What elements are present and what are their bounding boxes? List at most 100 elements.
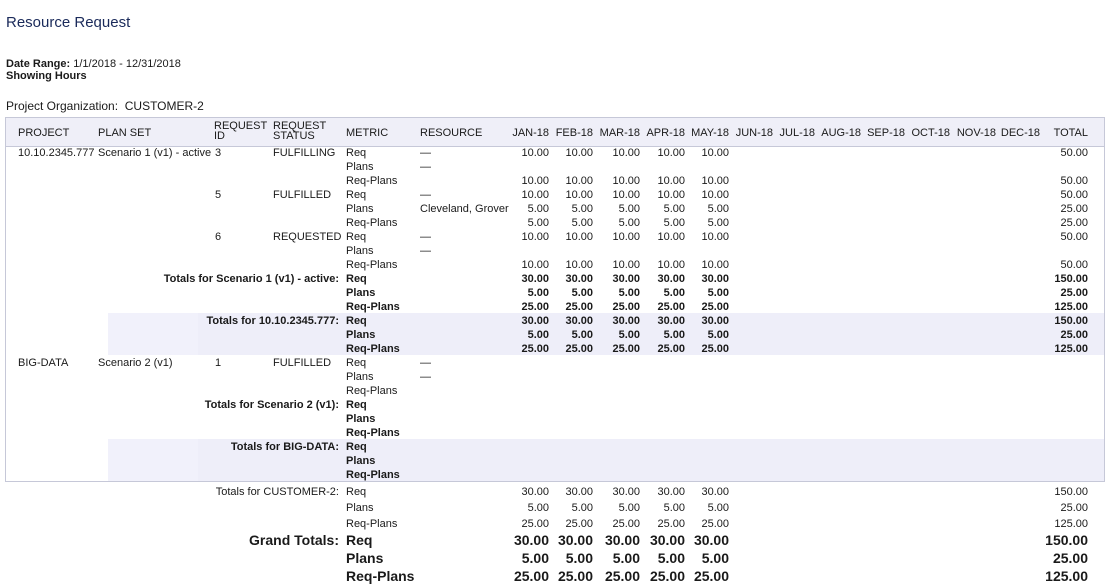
grand-total-value: 5.00	[612, 550, 640, 566]
group-total-label: Totals for Scenario 1 (v1) - active:	[163, 273, 339, 285]
col-header-request-id-2: ID	[214, 130, 225, 142]
month-value-cell: 10.00	[701, 175, 729, 187]
metric-cell: Plans	[346, 329, 376, 341]
col-header-total: TOTAL	[1053, 127, 1088, 139]
col-header-month: DEC-18	[1000, 127, 1040, 139]
month-value-cell: 10.00	[701, 147, 729, 159]
month-value-cell: 5.00	[571, 217, 593, 229]
col-header-status-2: STATUS	[273, 130, 315, 142]
month-value-cell: 25.00	[657, 343, 685, 355]
col-header-plan-set: PLAN SET	[98, 127, 152, 139]
request-status-cell: FULFILLED	[273, 189, 332, 201]
resource-cell: —	[420, 357, 431, 369]
month-value-cell: 5.00	[571, 287, 593, 299]
month-value-cell: 5.00	[663, 329, 685, 341]
plan-set-cell: Scenario 2 (v1)	[98, 357, 173, 369]
metric-cell: Plans	[346, 161, 374, 173]
resource-cell: —	[420, 245, 431, 257]
month-value-cell: 30.00	[521, 315, 549, 327]
resource-cell: —	[420, 189, 431, 201]
month-value-cell: 5.00	[527, 287, 549, 299]
total-cell: 50.00	[1060, 189, 1088, 201]
metric-cell: Plans	[346, 371, 374, 383]
month-value-cell: 10.00	[565, 175, 593, 187]
resource-cell: —	[420, 371, 431, 383]
metric-cell: Plans	[346, 413, 376, 425]
metric-cell: Plans	[346, 455, 376, 467]
grand-total-metric: Req	[346, 532, 373, 548]
org-total-value: 30.00	[612, 486, 640, 498]
month-value-cell: 5.00	[571, 329, 593, 341]
org-total-value: 25.00	[521, 518, 549, 530]
month-value-cell: 10.00	[657, 147, 685, 159]
metric-cell: Req-Plans	[346, 427, 400, 439]
col-header-month: OCT-18	[911, 127, 950, 139]
month-value-cell: 5.00	[707, 217, 729, 229]
month-value-cell: 30.00	[612, 273, 640, 285]
col-header-project: PROJECT	[18, 127, 70, 139]
month-value-cell: 10.00	[521, 231, 549, 243]
org-total-value: 25.00	[612, 518, 640, 530]
month-value-cell: 25.00	[657, 301, 685, 313]
total-cell: 50.00	[1060, 147, 1088, 159]
month-value-cell: 5.00	[527, 217, 549, 229]
month-value-cell: 5.00	[663, 203, 685, 215]
month-value-cell: 25.00	[565, 301, 593, 313]
total-cell: 25.00	[1060, 287, 1088, 299]
month-value-cell: 5.00	[663, 287, 685, 299]
col-header-month: FEB-18	[555, 127, 593, 139]
metric-cell: Req-Plans	[346, 175, 398, 187]
grand-total-value: 5.00	[657, 550, 685, 566]
org-total-total: 150.00	[1054, 486, 1088, 498]
org-total-value: 5.00	[663, 502, 685, 514]
col-header-month: MAR-18	[599, 127, 640, 139]
org-total-total: 25.00	[1060, 502, 1088, 514]
report-table-frame	[5, 117, 1105, 482]
month-value-cell: 5.00	[707, 329, 729, 341]
org-total-value: 5.00	[527, 502, 549, 514]
org-total-value: 25.00	[565, 518, 593, 530]
date-range-value: 1/1/2018 - 12/31/2018	[73, 58, 181, 70]
month-value-cell: 25.00	[565, 343, 593, 355]
month-value-cell: 5.00	[618, 217, 640, 229]
month-value-cell: 10.00	[521, 189, 549, 201]
report-title: Resource Request	[6, 14, 131, 31]
group-total-label: Totals for 10.10.2345.777:	[206, 315, 339, 327]
project-organization: Project Organization: CUSTOMER-2	[6, 99, 204, 113]
grand-total-total: 125.00	[1045, 568, 1088, 584]
month-value-cell: 10.00	[565, 231, 593, 243]
request-status-cell: REQUESTED	[273, 231, 342, 243]
resource-cell: Cleveland, Grover	[420, 203, 509, 215]
month-value-cell: 10.00	[612, 189, 640, 201]
col-header-metric: METRIC	[346, 127, 389, 139]
col-header-month: AUG-18	[821, 127, 861, 139]
metric-cell: Plans	[346, 245, 374, 257]
total-cell: 125.00	[1054, 301, 1088, 313]
org-total-metric: Req-Plans	[346, 518, 398, 530]
month-value-cell: 10.00	[657, 175, 685, 187]
month-value-cell: 10.00	[657, 259, 685, 271]
grand-total-value: 30.00	[557, 532, 593, 548]
month-value-cell: 10.00	[612, 175, 640, 187]
month-value-cell: 10.00	[521, 175, 549, 187]
grand-total-value: 5.00	[701, 550, 729, 566]
month-value-cell: 25.00	[612, 343, 640, 355]
org-total-metric: Req	[346, 486, 367, 498]
col-header-month: APR-18	[646, 127, 685, 139]
col-header-month: JUN-18	[735, 127, 773, 139]
month-value-cell: 30.00	[657, 315, 685, 327]
month-value-cell: 10.00	[612, 147, 640, 159]
grand-total-total: 150.00	[1045, 532, 1088, 548]
org-total-value: 30.00	[657, 486, 685, 498]
month-value-cell: 5.00	[527, 203, 549, 215]
metric-cell: Req	[346, 273, 367, 285]
request-status-cell: FULFILLED	[273, 357, 332, 369]
metric-cell: Plans	[346, 287, 376, 299]
total-cell: 25.00	[1060, 203, 1088, 215]
showing-unit: Showing Hours	[6, 70, 87, 82]
month-value-cell: 5.00	[618, 203, 640, 215]
grand-total-total: 25.00	[1052, 550, 1088, 566]
request-id-cell: 1	[215, 357, 222, 369]
metric-cell: Req-Plans	[346, 259, 398, 271]
metric-cell: Req-Plans	[346, 301, 400, 313]
